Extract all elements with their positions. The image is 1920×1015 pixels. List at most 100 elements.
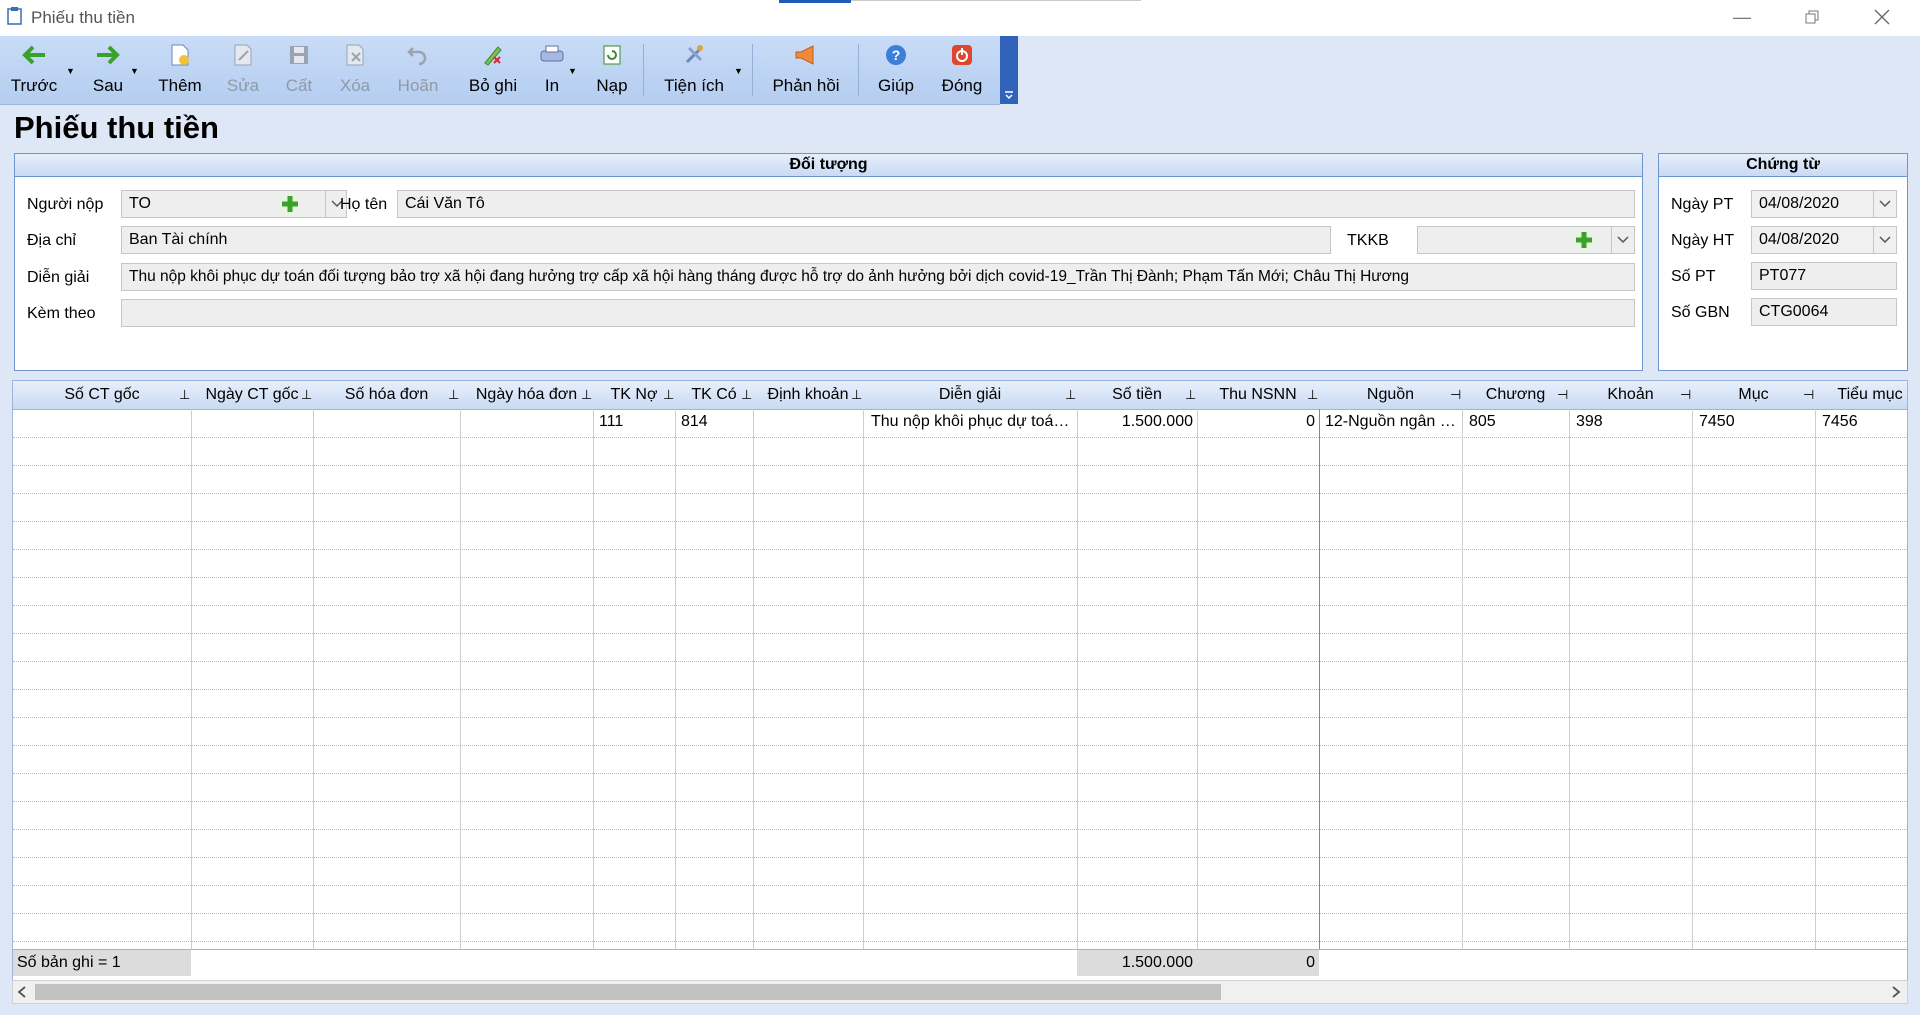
kemtheo-field[interactable] xyxy=(121,299,1635,327)
minimize-button[interactable]: — xyxy=(1718,0,1766,34)
cell-sotien[interactable]: 1.500.000 xyxy=(1081,409,1193,435)
cell-muc[interactable]: 7450 xyxy=(1699,409,1811,435)
edit-button[interactable]: Sửa xyxy=(218,36,268,104)
row-divider xyxy=(13,661,1907,662)
hoten-field[interactable]: Cái Văn Tô xyxy=(397,190,1635,218)
col-divider xyxy=(863,409,864,949)
nguoinop-field[interactable]: TO xyxy=(121,190,347,218)
doituong-header: Đối tượng xyxy=(15,154,1642,177)
col-header-nguon[interactable]: Nguồn xyxy=(1319,381,1462,409)
scroll-thumb[interactable] xyxy=(35,984,1221,1000)
footer-totals-box: 1.500.000 0 xyxy=(1077,950,1319,976)
cell-khoan[interactable]: 398 xyxy=(1576,409,1688,435)
ngaypt-dropdown-button[interactable] xyxy=(1873,191,1896,217)
print-dropdown-icon[interactable]: ▼ xyxy=(568,66,577,76)
cell-nguon[interactable]: 12-Nguồn ngân sách xyxy=(1325,409,1459,435)
chevron-right-icon[interactable] xyxy=(1891,986,1901,998)
previous-dropdown-icon[interactable]: ▼ xyxy=(66,66,75,76)
col-header-khoan[interactable]: Khoản xyxy=(1569,381,1692,409)
col-header-sohoadon[interactable]: Số hóa đơn xyxy=(313,381,460,409)
col-divider xyxy=(675,409,676,949)
utilities-button[interactable]: Tiện ích ▼ xyxy=(656,36,743,104)
chevron-left-icon[interactable] xyxy=(17,986,27,998)
table-row[interactable]: 111 814 Thu nộp khôi phục dự toán đối tư… xyxy=(13,409,1907,437)
pin-icon[interactable]: ⊥ xyxy=(741,381,752,409)
next-button[interactable]: Sau ▼ xyxy=(80,36,139,104)
diachi-label: Địa chỉ xyxy=(27,232,76,249)
pin-icon[interactable]: ⊥ xyxy=(448,381,459,409)
help-button[interactable]: ? Giúp xyxy=(868,36,924,104)
save-button[interactable]: Cất xyxy=(274,36,324,104)
pin-icon[interactable]: ⊥ xyxy=(851,381,862,409)
pin-icon[interactable]: ⊥ xyxy=(663,381,674,409)
cell-tkno[interactable]: 111 xyxy=(599,409,671,435)
utilities-label: Tiện ích xyxy=(664,76,724,95)
ngayht-dropdown-button[interactable] xyxy=(1873,227,1896,253)
chungtu-header: Chứng từ xyxy=(1659,154,1907,177)
close-button[interactable]: Đóng xyxy=(934,36,990,104)
row-divider xyxy=(13,745,1907,746)
col-header-sotien[interactable]: Số tiền xyxy=(1077,381,1197,409)
pin-icon[interactable]: ⊥ xyxy=(301,381,312,409)
pin-icon[interactable]: ⊥ xyxy=(1065,381,1076,409)
unpost-button[interactable]: Bỏ ghi xyxy=(460,36,526,104)
pin-icon[interactable]: ⊥ xyxy=(1307,381,1318,409)
pin-icon[interactable]: ⊥ xyxy=(581,381,592,409)
pin-icon[interactable]: ⊥ xyxy=(179,381,190,409)
col-header-dinhkhoan[interactable]: Định khoản xyxy=(753,381,863,409)
ngayht-value: 04/08/2020 xyxy=(1759,231,1840,248)
title-bar: Phiếu thu tiền — xyxy=(0,0,1920,36)
previous-button[interactable]: Trước ▼ xyxy=(4,36,75,104)
pin-icon[interactable]: ⊥ xyxy=(1185,381,1196,409)
diengiai-field[interactable]: Thu nộp khôi phục dự toán đối tượng bảo … xyxy=(121,263,1635,291)
restore-button[interactable] xyxy=(1788,0,1836,34)
app-icon xyxy=(7,7,22,25)
sopt-field[interactable]: PT077 xyxy=(1751,262,1897,290)
toolbar-overflow-button[interactable] xyxy=(1000,36,1018,104)
col-divider xyxy=(313,409,314,949)
pin-icon[interactable]: ⊣ xyxy=(1803,381,1814,409)
cell-thunsnn[interactable]: 0 xyxy=(1201,409,1315,435)
col-header-thunsnn[interactable]: Thu NSNN xyxy=(1197,381,1319,409)
cell-tkco[interactable]: 814 xyxy=(681,409,749,435)
close-window-button[interactable] xyxy=(1858,0,1906,34)
add-tkkb-icon[interactable] xyxy=(1573,229,1595,251)
power-icon xyxy=(952,45,972,65)
delete-button[interactable]: Xóa xyxy=(330,36,380,104)
tkkb-dropdown-button[interactable] xyxy=(1611,227,1634,253)
pin-icon[interactable]: ⊣ xyxy=(1450,381,1461,409)
col-header-tieumuc[interactable]: Tiểu mục xyxy=(1815,381,1907,409)
col-header-soctgoc[interactable]: Số CT gốc xyxy=(13,381,191,409)
add-button[interactable]: Thêm xyxy=(150,36,210,104)
feedback-label: Phản hồi xyxy=(772,76,840,95)
diachi-field[interactable]: Ban Tài chính xyxy=(121,226,1331,254)
add-nguoinop-icon[interactable] xyxy=(279,193,301,215)
tkkb-field[interactable] xyxy=(1417,226,1635,254)
utilities-dropdown-icon[interactable]: ▼ xyxy=(734,66,743,76)
cell-chuong[interactable]: 805 xyxy=(1469,409,1565,435)
feedback-button[interactable]: Phản hồi xyxy=(764,36,848,104)
col-header-muc[interactable]: Mục xyxy=(1692,381,1815,409)
row-divider xyxy=(13,521,1907,522)
frozen-col-divider xyxy=(1319,409,1320,949)
col-divider xyxy=(1569,409,1570,949)
col-header-ngayctgoc[interactable]: Ngày CT gốc xyxy=(191,381,313,409)
next-dropdown-icon[interactable]: ▼ xyxy=(130,66,139,76)
cell-tieumuc[interactable]: 7456 xyxy=(1822,409,1906,435)
print-button[interactable]: In ▼ xyxy=(532,36,577,104)
pin-icon[interactable]: ⊣ xyxy=(1557,381,1568,409)
pin-icon[interactable]: ⊣ xyxy=(1680,381,1691,409)
col-header-diengiai[interactable]: Diễn giải xyxy=(863,381,1077,409)
col-header-ngayhoadon[interactable]: Ngày hóa đơn xyxy=(460,381,593,409)
sogbn-field[interactable]: CTG0064 xyxy=(1751,298,1897,326)
col-header-chuong[interactable]: Chương xyxy=(1462,381,1569,409)
add-label: Thêm xyxy=(158,76,202,95)
row-divider xyxy=(13,493,1907,494)
tkkb-label: TKKB xyxy=(1347,232,1389,249)
col-divider xyxy=(1692,409,1693,949)
chevron-down-icon xyxy=(1879,236,1891,244)
cell-diengiai[interactable]: Thu nộp khôi phục dự toán đối tượng bảo … xyxy=(871,409,1073,435)
reload-button[interactable]: Nạp xyxy=(590,36,634,104)
undo-button[interactable]: Hoãn xyxy=(390,36,446,104)
horizontal-scrollbar[interactable] xyxy=(12,980,1908,1004)
